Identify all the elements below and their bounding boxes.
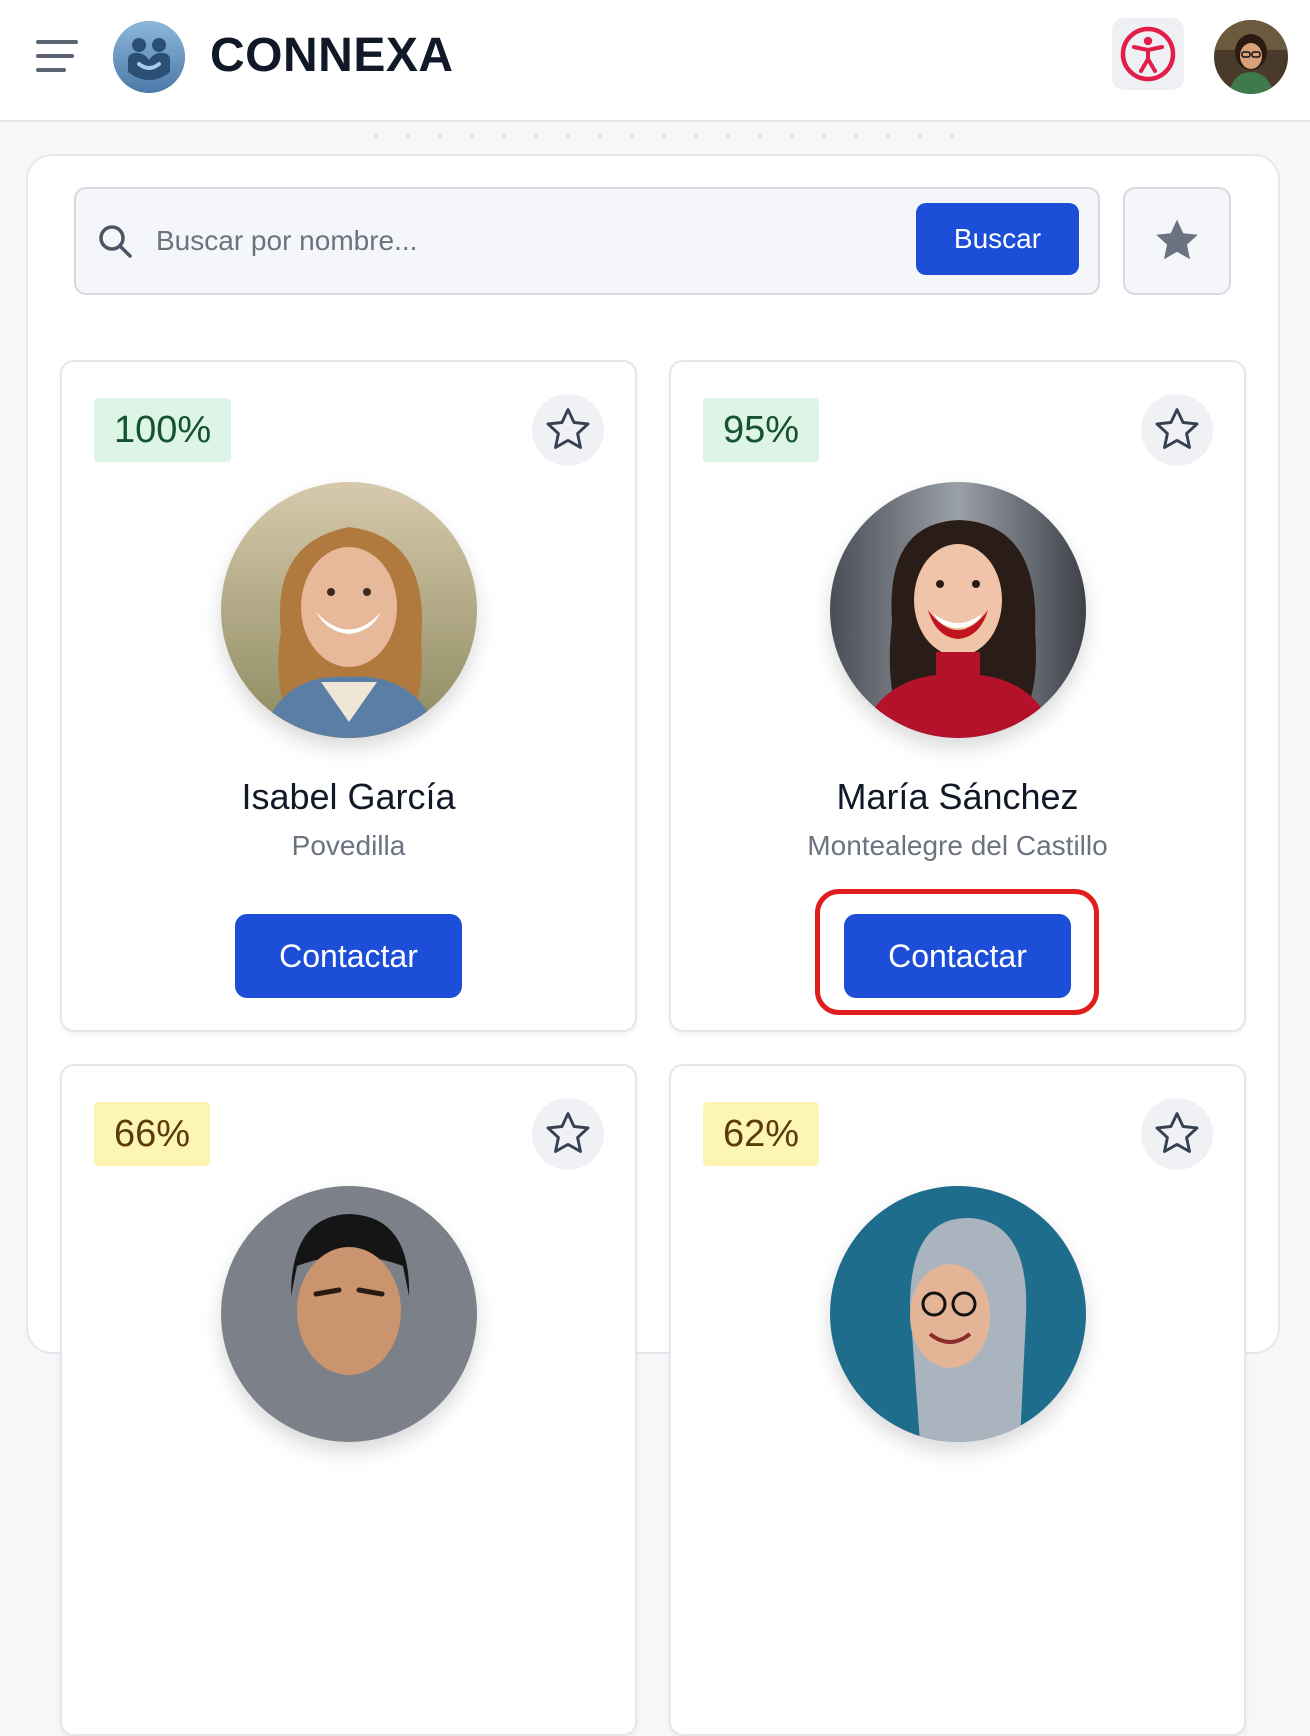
favorite-button[interactable] bbox=[532, 1098, 604, 1170]
search-input[interactable] bbox=[156, 218, 896, 264]
decorative-dots bbox=[360, 134, 960, 138]
favorite-button[interactable] bbox=[1141, 394, 1213, 466]
search-button[interactable]: Buscar bbox=[916, 203, 1079, 275]
profile-photo[interactable] bbox=[221, 1186, 477, 1442]
profile-photo[interactable] bbox=[830, 1186, 1086, 1442]
favorite-button[interactable] bbox=[1141, 1098, 1213, 1170]
match-badge: 95% bbox=[703, 398, 820, 462]
profile-card: 95% María Sánchez Montealegre del Castil… bbox=[669, 360, 1246, 1032]
connexa-logo-icon[interactable] bbox=[112, 20, 186, 94]
star-outline-icon bbox=[1155, 408, 1199, 449]
brand-name: CONNEXA bbox=[210, 29, 454, 82]
favorites-filter-button[interactable] bbox=[1123, 187, 1231, 295]
profile-card: 62% bbox=[669, 1064, 1246, 1736]
profile-photo[interactable] bbox=[830, 482, 1086, 738]
profile-name: Isabel García bbox=[241, 776, 456, 817]
accessibility-button[interactable] bbox=[1112, 18, 1184, 90]
accessibility-icon bbox=[1120, 26, 1176, 82]
profile-location: Povedilla bbox=[291, 830, 406, 861]
user-avatar[interactable] bbox=[1214, 20, 1288, 94]
profile-card: 66% bbox=[60, 1064, 637, 1736]
favorite-button[interactable] bbox=[532, 394, 604, 466]
star-outline-icon bbox=[546, 408, 590, 449]
profile-location: Montealegre del Castillo bbox=[807, 830, 1108, 861]
profile-name: María Sánchez bbox=[836, 776, 1079, 817]
match-badge: 66% bbox=[94, 1102, 211, 1166]
star-outline-icon bbox=[546, 1112, 590, 1153]
match-badge: 100% bbox=[94, 398, 232, 462]
star-outline-icon bbox=[1155, 1112, 1199, 1153]
contact-button[interactable]: Contactar bbox=[844, 914, 1071, 998]
match-badge: 62% bbox=[703, 1102, 820, 1166]
profile-photo[interactable] bbox=[221, 482, 477, 738]
app-header: CONNEXA bbox=[0, 0, 1310, 122]
search-icon bbox=[99, 225, 132, 258]
hamburger-menu-icon[interactable] bbox=[36, 40, 78, 74]
contact-button[interactable]: Contactar bbox=[235, 914, 462, 998]
star-filled-icon bbox=[1156, 219, 1198, 260]
profile-card: 100% Isabel García Povedilla Contactar bbox=[60, 360, 637, 1032]
